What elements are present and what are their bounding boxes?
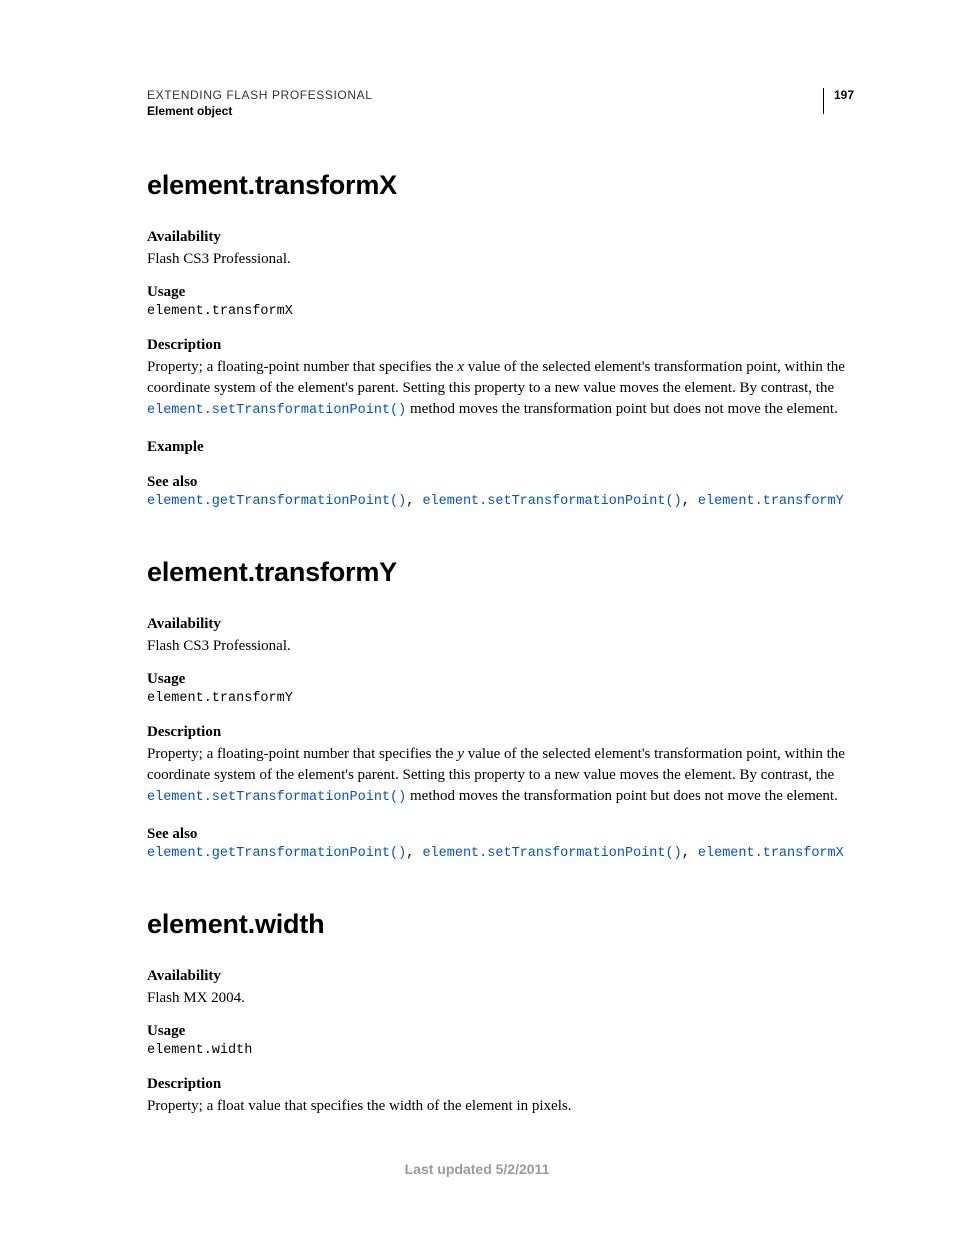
usage-code: element.transformY [147, 691, 854, 706]
subhead-seealso: See also [147, 826, 854, 843]
footer-updated: Last updated 5/2/2011 [0, 1161, 954, 1177]
subhead-usage: Usage [147, 1023, 854, 1040]
subhead-seealso: See also [147, 474, 854, 491]
header-left: EXTENDING FLASH PROFESSIONAL Element obj… [147, 88, 815, 118]
seealso-link[interactable]: element.getTransformationPoint() [147, 846, 406, 861]
subhead-availability: Availability [147, 229, 854, 246]
desc-link[interactable]: element.setTransformationPoint() [147, 403, 406, 418]
desc-post: method moves the transformation point bu… [406, 401, 838, 417]
usage-code: element.width [147, 1043, 854, 1058]
sep: , [682, 494, 698, 509]
desc-link[interactable]: element.setTransformationPoint() [147, 790, 406, 805]
description-text: Property; a floating-point number that s… [147, 744, 854, 808]
availability-text: Flash CS3 Professional. [147, 636, 854, 657]
page: EXTENDING FLASH PROFESSIONAL Element obj… [0, 0, 954, 1235]
page-number: 197 [823, 88, 854, 114]
desc-var: x [457, 359, 464, 375]
sep: , [406, 846, 422, 861]
description-text: Property; a floating-point number that s… [147, 357, 854, 421]
header-section: Element object [147, 104, 815, 118]
seealso-link[interactable]: element.transformX [698, 846, 844, 861]
description-text: Property; a float value that specifies t… [147, 1096, 854, 1117]
subhead-availability: Availability [147, 968, 854, 985]
subhead-example: Example [147, 439, 854, 456]
availability-text: Flash MX 2004. [147, 988, 854, 1009]
subhead-description: Description [147, 337, 854, 354]
desc-post: method moves the transformation point bu… [406, 788, 838, 804]
seealso-link[interactable]: element.setTransformationPoint() [422, 846, 681, 861]
desc-var: y [457, 746, 464, 762]
seealso-link[interactable]: element.getTransformationPoint() [147, 494, 406, 509]
desc-pre: Property; a floating-point number that s… [147, 359, 457, 375]
page-header: EXTENDING FLASH PROFESSIONAL Element obj… [147, 88, 854, 118]
subhead-availability: Availability [147, 616, 854, 633]
usage-code: element.transformX [147, 304, 854, 319]
seealso-links: element.getTransformationPoint(), elemen… [147, 494, 854, 509]
topic-heading: element.width [147, 909, 854, 940]
desc-pre: Property; a floating-point number that s… [147, 746, 457, 762]
subhead-usage: Usage [147, 671, 854, 688]
sep: , [406, 494, 422, 509]
seealso-links: element.getTransformationPoint(), elemen… [147, 846, 854, 861]
sep: , [682, 846, 698, 861]
subhead-description: Description [147, 1076, 854, 1093]
topic-heading: element.transformX [147, 170, 854, 201]
subhead-usage: Usage [147, 284, 854, 301]
availability-text: Flash CS3 Professional. [147, 249, 854, 270]
topic-heading: element.transformY [147, 557, 854, 588]
subhead-description: Description [147, 724, 854, 741]
seealso-link[interactable]: element.setTransformationPoint() [422, 494, 681, 509]
breadcrumb: EXTENDING FLASH PROFESSIONAL [147, 88, 815, 102]
seealso-link[interactable]: element.transformY [698, 494, 844, 509]
